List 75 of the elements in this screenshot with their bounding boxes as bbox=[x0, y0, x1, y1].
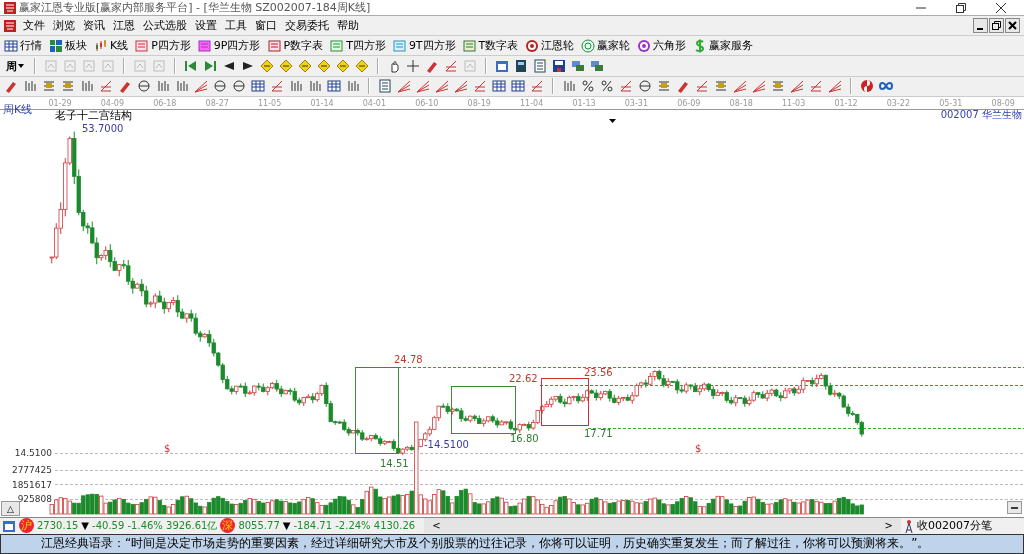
date-label: 03-31 bbox=[624, 98, 649, 108]
toolbar-button[interactable]: 江恩轮 bbox=[541, 38, 575, 54]
date-label: 08-18 bbox=[729, 98, 753, 108]
index-price: 2730.15 bbox=[37, 520, 79, 532]
date-label: 03-22 bbox=[886, 98, 911, 108]
price-annotation: 24.78 bbox=[394, 353, 423, 365]
toolbar-button[interactable]: P数字表 bbox=[283, 38, 324, 54]
index-badge: 深 bbox=[220, 518, 236, 534]
period-label: 周K线 bbox=[3, 102, 33, 116]
date-label: 01-29 bbox=[48, 98, 72, 108]
toolbar-button[interactable]: T数字表 bbox=[478, 38, 519, 54]
price-annotation: 23.56 bbox=[584, 366, 613, 378]
date-label: 04-09 bbox=[100, 98, 125, 108]
volume-axis-label: 1851617 bbox=[11, 479, 52, 490]
date-label: 01-12 bbox=[834, 98, 858, 108]
date-label: 11-04 bbox=[519, 98, 544, 108]
toolbar-button[interactable]: 9T四方形 bbox=[408, 38, 456, 54]
price-axis-label: 14.5100 bbox=[14, 447, 52, 458]
down-arrow: ▼ bbox=[282, 520, 291, 532]
menu-item[interactable]: 公式选股 bbox=[139, 18, 191, 34]
toolbar-button[interactable]: T四方形 bbox=[346, 38, 386, 54]
date-label: 08-19 bbox=[467, 98, 491, 108]
menu-item[interactable]: 工具 bbox=[221, 18, 251, 34]
scroll-right-button[interactable]: > bbox=[884, 520, 893, 532]
toolbar-button[interactable]: 赢家轮 bbox=[597, 38, 631, 54]
volume-axis-label: 925808 bbox=[17, 493, 52, 504]
date-label: 08-09 bbox=[991, 98, 1015, 108]
index-change: -40.59 -1.46% 3926.61亿 bbox=[92, 518, 218, 533]
price-annotation: 16.80 bbox=[510, 432, 539, 444]
date-label: 01-13 bbox=[572, 98, 596, 108]
toolbar-button[interactable]: P四方形 bbox=[151, 38, 191, 54]
index-change: -184.71 -2.24% 4130.26 bbox=[293, 520, 416, 532]
scroll-bar[interactable]: < > bbox=[424, 518, 901, 534]
menu-item[interactable]: 设置 bbox=[191, 18, 221, 34]
toolbar-button[interactable]: 六角形 bbox=[653, 38, 687, 54]
menu-item[interactable]: 帮助 bbox=[333, 18, 363, 34]
toolbar-button[interactable]: K线 bbox=[110, 38, 129, 54]
date-label: 06-09 bbox=[677, 98, 701, 108]
index-price: 8055.77 bbox=[238, 520, 280, 532]
volume-axis-label: 2777425 bbox=[11, 464, 52, 475]
menu-item[interactable]: 资讯 bbox=[79, 18, 109, 34]
toolbar-button[interactable]: 行情 bbox=[20, 38, 42, 54]
price-annotation: -14.5100 bbox=[424, 438, 469, 450]
date-label: 11-05 bbox=[258, 98, 282, 108]
toolbar-button[interactable]: 9P四方形 bbox=[213, 38, 261, 54]
date-label: 05-31 bbox=[939, 98, 963, 108]
toolbar-button[interactable]: 板块 bbox=[65, 38, 87, 54]
quote-text: 江恩经典语录：“时间是决定市场走势的重要因素，经过详细研究大市及个别股票的过往记录，你将可以证明，历史确实重复发生；而了解过往，你将可以预测将来。”。 bbox=[41, 535, 930, 553]
window-title: 赢家江恩专业版[赢家内部服务平台] - [华兰生物 SZ002007-184周K线] bbox=[19, 0, 371, 16]
toolbar-button[interactable]: 赢家服务 bbox=[709, 38, 754, 54]
date-label: 01-14 bbox=[310, 98, 334, 108]
signal-marker: $ bbox=[164, 442, 171, 454]
menu-item[interactable]: 文件 bbox=[19, 18, 49, 34]
menu-item[interactable]: 窗口 bbox=[251, 18, 281, 34]
stock-name: 002007 华兰生物 bbox=[940, 108, 1022, 120]
date-label: 04-01 bbox=[362, 98, 386, 108]
menu-item[interactable]: 浏览 bbox=[49, 18, 79, 34]
collapse-button[interactable]: △ bbox=[1, 500, 20, 516]
menu-item[interactable]: 交易委托 bbox=[281, 18, 333, 34]
menu-item[interactable]: 江恩 bbox=[109, 18, 139, 34]
price-annotation: 53.7000 bbox=[82, 122, 124, 134]
date-label: 06-10 bbox=[415, 98, 439, 108]
down-arrow: ▼ bbox=[81, 520, 90, 532]
chart-title: 老子十二宫结构 bbox=[55, 108, 132, 122]
status-text: 收002007分笔 bbox=[917, 518, 992, 534]
signal-marker: $ bbox=[695, 442, 702, 454]
date-label: 11-03 bbox=[781, 98, 806, 108]
scroll-left-button[interactable]: < bbox=[432, 520, 441, 532]
date-label: 06-18 bbox=[153, 98, 177, 108]
index-badge: 沪 bbox=[19, 518, 34, 534]
price-annotation: 22.62 bbox=[509, 372, 538, 384]
period-dropdown[interactable]: 周 bbox=[4, 58, 26, 74]
date-label: 08-27 bbox=[205, 98, 229, 108]
price-annotation: 17.71 bbox=[584, 427, 613, 439]
price-annotation: 14.51 bbox=[380, 457, 409, 469]
